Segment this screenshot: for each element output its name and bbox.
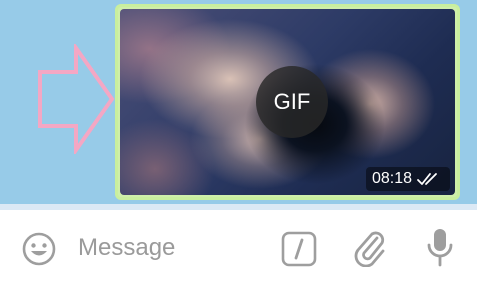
- chat-area: GIF 08:18: [0, 0, 477, 204]
- message-time: 08:18: [371, 170, 412, 187]
- message-composer: [0, 210, 477, 282]
- bot-command-icon[interactable]: [280, 230, 318, 268]
- message-meta: 08:18: [365, 167, 450, 191]
- paperclip-icon[interactable]: [352, 228, 388, 268]
- gif-label: GIF: [273, 89, 311, 114]
- right-arrow-outline: [38, 44, 115, 154]
- double-check-icon: [417, 173, 437, 185]
- message-input[interactable]: [78, 230, 268, 266]
- gif-play-button[interactable]: GIF: [256, 66, 328, 138]
- emoji-icon[interactable]: [20, 230, 58, 268]
- microphone-icon[interactable]: [424, 227, 456, 269]
- gif-message-bubble[interactable]: GIF 08:18: [115, 4, 460, 200]
